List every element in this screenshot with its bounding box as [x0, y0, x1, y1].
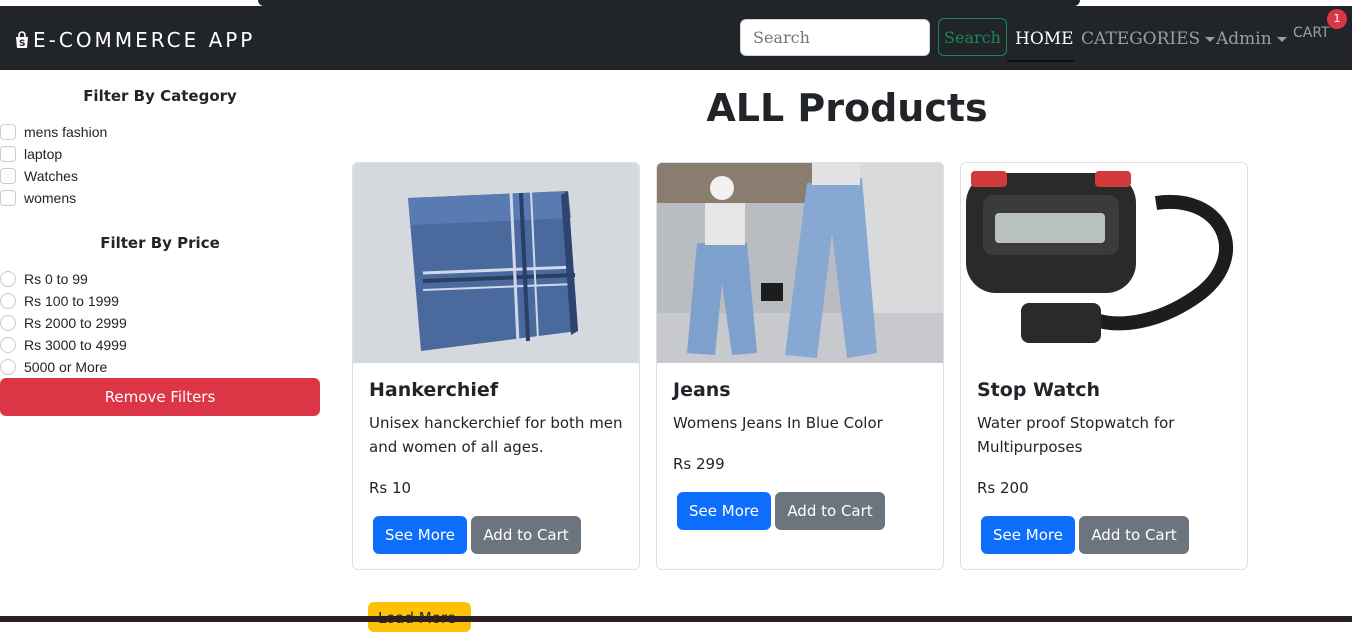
product-price: Rs 200	[977, 479, 1029, 497]
price-radio[interactable]	[0, 293, 16, 309]
category-checkbox[interactable]	[0, 146, 16, 162]
svg-text:S: S	[19, 39, 28, 49]
product-image-jeans[interactable]	[657, 163, 943, 363]
category-checkbox[interactable]	[0, 168, 16, 184]
product-description: Water proof Stopwatch for Multipurposes	[977, 414, 1175, 456]
nav-home[interactable]: HOME	[1015, 29, 1074, 49]
price-option[interactable]: 5000 or More	[0, 357, 107, 377]
shopping-bag-icon: S	[16, 31, 28, 49]
see-more-button[interactable]: See More	[677, 492, 771, 530]
add-to-cart-button[interactable]: Add to Cart	[775, 492, 885, 530]
nav-admin-label: Admin	[1216, 29, 1272, 49]
price-radio[interactable]	[0, 337, 16, 353]
product-title: Jeans	[673, 379, 731, 401]
filter-category-title: Filter By Category	[83, 87, 237, 105]
price-radio[interactable]	[0, 315, 16, 331]
product-card: Jeans Womens Jeans In Blue Color Rs 299 …	[656, 162, 944, 570]
category-option[interactable]: mens fashion	[0, 122, 107, 142]
page-title: ALL Products	[706, 86, 988, 130]
chevron-down-icon	[1276, 36, 1287, 42]
chevron-down-icon	[1205, 36, 1216, 42]
brand-logo[interactable]: S E-COMMERCE APP	[14, 28, 255, 52]
product-price: Rs 10	[369, 479, 412, 497]
search-button[interactable]: Search	[938, 18, 1007, 56]
category-option[interactable]: Watches	[0, 166, 78, 186]
product-image-hankerchief[interactable]	[353, 163, 639, 363]
product-title: Hankerchief	[369, 379, 499, 401]
category-option[interactable]: womens	[0, 188, 76, 208]
category-label: laptop	[24, 146, 63, 162]
nav-categories-dropdown[interactable]: CATEGORIES	[1081, 29, 1216, 49]
price-label: Rs 100 to 1999	[24, 293, 119, 309]
price-label: 5000 or More	[24, 359, 108, 375]
os-taskbar	[0, 616, 1352, 622]
remove-filters-button[interactable]: Remove Filters	[0, 378, 320, 416]
price-option[interactable]: Rs 0 to 99	[0, 269, 88, 289]
product-title: Stop Watch	[977, 379, 1101, 401]
cart-count-badge: 1	[1327, 9, 1347, 29]
price-label: Rs 0 to 99	[24, 271, 88, 287]
brand-name: E-COMMERCE APP	[33, 28, 256, 52]
product-image-stop-watch[interactable]	[961, 163, 1247, 363]
see-more-button[interactable]: See More	[981, 516, 1075, 554]
category-checkbox[interactable]	[0, 124, 16, 140]
price-option[interactable]: Rs 3000 to 4999	[0, 335, 127, 355]
nav-home-underline	[1007, 60, 1074, 62]
price-option[interactable]: Rs 100 to 1999	[0, 291, 119, 311]
category-option[interactable]: laptop	[0, 144, 62, 164]
product-card: Stop Watch Water proof Stopwatch for Mul…	[960, 162, 1248, 570]
product-description: Womens Jeans In Blue Color	[673, 414, 883, 432]
category-label: Watches	[24, 168, 78, 184]
nav-categories-label: CATEGORIES	[1081, 29, 1201, 49]
category-label: womens	[24, 190, 77, 206]
product-card: Hankerchief Unisex hanckerchief for both…	[352, 162, 640, 570]
nav-cart[interactable]: CART	[1293, 25, 1330, 41]
add-to-cart-button[interactable]: Add to Cart	[471, 516, 581, 554]
category-checkbox[interactable]	[0, 190, 16, 206]
price-radio[interactable]	[0, 359, 16, 375]
category-label: mens fashion	[24, 124, 108, 140]
price-label: Rs 2000 to 2999	[24, 315, 127, 331]
filter-price-title: Filter By Price	[100, 234, 220, 252]
price-label: Rs 3000 to 4999	[24, 337, 127, 353]
price-radio[interactable]	[0, 271, 16, 287]
price-option[interactable]: Rs 2000 to 2999	[0, 313, 127, 333]
add-to-cart-button[interactable]: Add to Cart	[1079, 516, 1189, 554]
product-price: Rs 299	[673, 455, 725, 473]
navbar: S E-COMMERCE APP Search HOME CATEGORIES …	[0, 6, 1352, 70]
see-more-button[interactable]: See More	[373, 516, 467, 554]
product-description: Unisex hanckerchief for both men and wom…	[369, 414, 623, 456]
search-input[interactable]	[740, 19, 930, 56]
nav-admin-dropdown[interactable]: Admin	[1216, 29, 1287, 49]
